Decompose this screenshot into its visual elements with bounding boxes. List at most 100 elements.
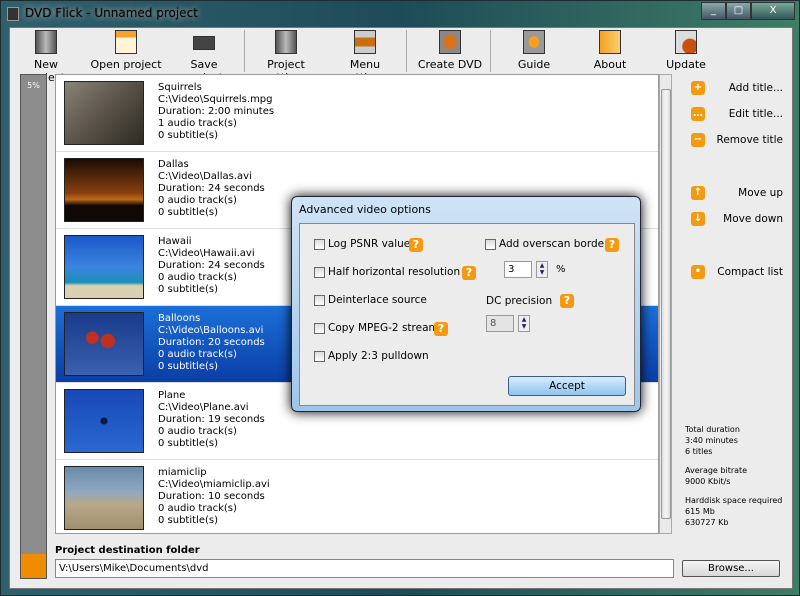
list-scrollbar[interactable] — [659, 74, 672, 534]
label: Log PSNR values — [328, 238, 416, 250]
toolbar: New project Open project Save project Pr… — [10, 28, 794, 74]
label: Compact list — [717, 266, 783, 278]
plus-icon: + — [691, 81, 705, 95]
label: Open project — [90, 58, 161, 71]
deinterlace-checkbox[interactable]: Deinterlace source — [314, 294, 427, 306]
help-icon[interactable]: ? — [409, 238, 423, 252]
help-icon[interactable]: ? — [560, 294, 574, 308]
title-subs: 0 subtitle(s) — [158, 515, 270, 527]
about-button[interactable]: About — [586, 30, 634, 71]
minimize-button[interactable]: _ — [701, 2, 726, 20]
copy-mpeg2-checkbox[interactable]: Copy MPEG-2 streams — [314, 322, 444, 334]
label: Add title... — [729, 82, 783, 94]
title-name: Squirrels — [158, 82, 274, 94]
accept-button[interactable]: Accept — [508, 376, 626, 396]
minus-icon: − — [691, 133, 705, 147]
update-icon — [675, 30, 697, 54]
destination-input[interactable]: V:\Users\Mike\Documents\dvd — [55, 559, 674, 578]
title-subs: 0 subtitle(s) — [158, 284, 265, 296]
app-icon — [7, 7, 19, 21]
label: Apply 2:3 pulldown — [328, 350, 429, 362]
label: Deinterlace source — [328, 294, 427, 306]
help-icon[interactable]: ? — [462, 266, 476, 280]
about-icon — [599, 30, 621, 54]
stat-value: 615 Mb — [685, 506, 782, 517]
guide-button[interactable]: Guide — [510, 30, 558, 71]
label: Add overscan borders — [499, 238, 614, 250]
title-name: Dallas — [158, 159, 265, 171]
title-subs: 0 subtitle(s) — [158, 361, 265, 373]
open-project-button[interactable]: Open project — [90, 30, 162, 71]
toolbar-separator — [244, 30, 245, 72]
title-audio: 0 audio track(s) — [158, 272, 265, 284]
label: Remove title — [717, 134, 783, 146]
thumbnail — [64, 389, 144, 453]
title-subs: 0 subtitle(s) — [158, 207, 265, 219]
settings-icon — [275, 30, 297, 54]
remove-title-button[interactable]: −Remove title — [687, 132, 797, 150]
create-dvd-button[interactable]: Create DVD — [414, 30, 486, 71]
progress-fill — [21, 554, 46, 578]
title-subs: 0 subtitle(s) — [158, 438, 265, 450]
half-resolution-checkbox[interactable]: Half horizontal resolution — [314, 266, 460, 278]
destination-label: Project destination folder — [55, 545, 200, 556]
disk-icon — [193, 36, 215, 50]
help-icon[interactable]: ? — [605, 238, 619, 252]
title-duration: Duration: 20 seconds — [158, 337, 265, 349]
title-audio: 0 audio track(s) — [158, 349, 265, 361]
maximize-button[interactable]: □ — [726, 2, 751, 20]
scrollbar-thumb[interactable] — [661, 89, 671, 519]
close-button[interactable]: X — [751, 2, 795, 20]
label: About — [594, 58, 627, 71]
label: Move down — [723, 213, 783, 225]
dc-precision-input[interactable]: 8 — [486, 315, 514, 332]
list-item[interactable]: SquirrelsC:\Video\Squirrels.mpgDuration:… — [56, 75, 659, 152]
list-item[interactable]: miamiclipC:\Video\miamiclip.aviDuration:… — [56, 460, 659, 534]
pulldown-checkbox[interactable]: Apply 2:3 pulldown — [314, 350, 429, 362]
toolbar-separator — [406, 30, 407, 72]
dc-precision-label: DC precision — [486, 295, 552, 307]
dc-precision-spinner[interactable]: ▲▼ — [518, 315, 530, 332]
stat-value: 3:40 minutes — [685, 435, 782, 446]
overscan-spinner[interactable]: ▲▼ — [536, 261, 548, 278]
label: Create DVD — [418, 58, 482, 71]
overscan-checkbox[interactable]: Add overscan borders — [485, 238, 614, 250]
update-button[interactable]: Update — [662, 30, 710, 71]
browse-button[interactable]: Browse... — [682, 560, 780, 577]
stat-label: Total duration — [685, 424, 782, 435]
thumbnail — [64, 81, 144, 145]
gears-icon — [439, 30, 461, 54]
title-path: C:\Video\miamiclip.avi — [158, 479, 270, 491]
add-title-button[interactable]: + Add title... — [687, 80, 797, 98]
log-psnr-checkbox[interactable]: Log PSNR values — [314, 238, 416, 250]
advanced-video-options-dialog: Advanced video options Log PSNR values ?… — [291, 196, 641, 412]
title-duration: Duration: 10 seconds — [158, 491, 270, 503]
ellipsis-icon: … — [691, 107, 705, 121]
progress-bar: 5% — [20, 74, 47, 579]
title-name: Hawaii — [158, 236, 265, 248]
menu-icon — [354, 30, 376, 54]
label: Update — [666, 58, 706, 71]
title-path: C:\Video\Balloons.avi — [158, 325, 265, 337]
title-duration: Duration: 24 seconds — [158, 260, 265, 272]
label: Move up — [738, 187, 783, 199]
progress-label: 5% — [21, 81, 46, 90]
title-audio: 1 audio track(s) — [158, 118, 274, 130]
title-duration: Duration: 2:00 minutes — [158, 106, 274, 118]
title-path: C:\Video\Hawaii.avi — [158, 248, 265, 260]
edit-title-button[interactable]: …Edit title... — [687, 106, 797, 124]
title-path: C:\Video\Plane.avi — [158, 402, 265, 414]
arrow-up-icon: ↑ — [691, 186, 705, 200]
compact-icon: • — [691, 265, 705, 279]
overscan-input[interactable]: 3 — [504, 261, 532, 278]
compact-list-button[interactable]: • Compact list — [687, 264, 797, 282]
title-bar: DVD Flick - Unnamed project _ □ X — [1, 1, 800, 27]
guide-icon — [523, 30, 545, 54]
title-audio: 0 audio track(s) — [158, 195, 265, 207]
help-icon[interactable]: ? — [434, 322, 448, 336]
toolbar-separator — [490, 30, 491, 72]
move-down-button[interactable]: ↓Move down — [687, 211, 797, 229]
title-audio: 0 audio track(s) — [158, 426, 265, 438]
move-up-button[interactable]: ↑ Move up — [687, 185, 797, 203]
thumbnail — [64, 235, 144, 299]
